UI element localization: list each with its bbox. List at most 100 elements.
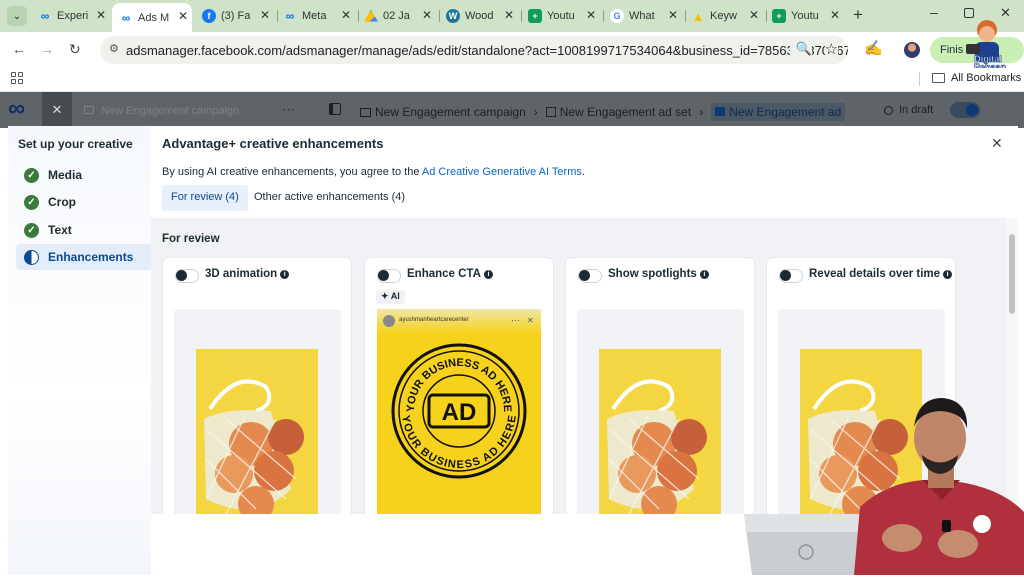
browser-tab[interactable]: ∞ Experi ✕ <box>38 4 110 28</box>
browser-tab[interactable]: 02 Ja ✕ <box>364 4 436 28</box>
chevron-down-icon: ⌄ <box>12 10 22 22</box>
browser-tab[interactable]: ∞ Meta ✕ <box>283 4 355 28</box>
campaign-name-faded: New Engagement campaign <box>84 105 239 117</box>
close-icon[interactable]: ✕ <box>830 8 840 22</box>
apps-grid-icon[interactable] <box>11 72 23 84</box>
folder-icon <box>360 107 371 117</box>
toggle-3d-animation[interactable] <box>175 269 199 283</box>
meta-icon: ∞ <box>40 9 50 23</box>
sidebar-step-crop[interactable]: ✓ Crop <box>16 189 152 215</box>
info-icon[interactable]: i <box>699 270 709 279</box>
tab-separator <box>521 10 522 22</box>
creative-setup-sidebar: Set up your creative ✓ Media ✓ Crop ✓ Te… <box>8 126 152 575</box>
tab-title: Experi <box>57 10 89 22</box>
address-bar[interactable]: ⚙ adsmanager.facebook.com/adsmanager/man… <box>100 36 848 64</box>
tab-title: Youtu <box>547 10 575 22</box>
chevron-right-icon: › <box>533 105 538 119</box>
google-icon: G <box>610 9 624 23</box>
url-text[interactable]: adsmanager.facebook.com/adsmanager/manag… <box>126 43 848 58</box>
toggle-reveal-details[interactable] <box>779 269 803 283</box>
tab-for-review[interactable]: For review (4) <box>162 185 248 211</box>
browser-tab[interactable]: W Wood ✕ <box>446 4 518 28</box>
bookmarks-bar: All Bookmarks <box>0 68 1024 92</box>
ad-preview <box>174 309 341 519</box>
all-bookmarks[interactable]: All Bookmarks <box>932 72 1021 84</box>
breadcrumb-campaign[interactable]: New Engagement campaign <box>375 105 526 119</box>
ai-terms-link[interactable]: Ad Creative Generative AI Terms <box>422 166 582 178</box>
sidebar-step-text[interactable]: ✓ Text <box>16 217 152 243</box>
sparkle-icon: ✦ <box>381 291 389 301</box>
tab-search-button[interactable]: ⌄ <box>7 6 27 26</box>
browser-tab[interactable]: ▲ Keyw ✕ <box>691 4 763 28</box>
forward-icon[interactable]: → <box>40 41 54 57</box>
browser-tab[interactable]: + Youtu ✕ <box>772 4 844 28</box>
close-icon[interactable]: ✕ <box>749 8 759 22</box>
scrollbar-thumb[interactable] <box>1009 234 1015 314</box>
info-icon[interactable]: i <box>943 270 953 279</box>
info-icon[interactable]: i <box>483 270 493 279</box>
tab-title: Keyw <box>710 10 737 22</box>
story-avatar <box>383 315 395 327</box>
bookmark-star-icon[interactable]: ☆ <box>824 40 838 58</box>
enhancement-card-show-spotlights: Show spotlights i <box>565 257 755 519</box>
new-tab-button[interactable]: + <box>853 5 863 25</box>
ad-icon <box>715 107 726 116</box>
sidebar-title: Set up your creative <box>18 137 133 151</box>
back-icon[interactable]: ← <box>12 41 26 57</box>
panel-title: Advantage+ creative enhancements <box>162 136 384 151</box>
reload-icon[interactable]: ↻ <box>69 41 81 58</box>
toggle-show-spotlights[interactable] <box>578 269 602 283</box>
more-options-icon[interactable]: ⋯ <box>282 102 295 118</box>
story-header: ayushmanheartcarecenter ⋯ ✕ <box>377 309 541 333</box>
info-icon[interactable]: i <box>280 270 290 279</box>
card-title: Enhance CTA <box>407 268 481 280</box>
zoom-icon[interactable]: 🔍 <box>789 41 812 57</box>
browser-tab[interactable]: f (3) Fa ✕ <box>202 4 274 28</box>
draft-status: In draft <box>884 104 933 116</box>
site-settings-icon[interactable]: ⚙ <box>109 42 119 55</box>
wordpress-icon: W <box>446 9 460 23</box>
browser-tab-active[interactable]: ∞ Ads M ✕ <box>112 3 192 32</box>
close-icon[interactable]: ✕ <box>260 8 270 22</box>
more-options-icon: ⋯ <box>511 315 520 325</box>
breadcrumb-adset[interactable]: New Engagement ad set <box>560 105 691 119</box>
stamp-center-text: AD <box>442 399 477 426</box>
toggle-enhance-cta[interactable] <box>377 269 401 283</box>
sidebar-step-enhancements[interactable]: Enhancements <box>16 244 152 270</box>
minimize-icon[interactable]: – <box>930 4 938 20</box>
tab-title: What <box>629 10 655 22</box>
close-icon[interactable]: ✕ <box>178 9 188 23</box>
avatar[interactable] <box>904 42 920 58</box>
tab-title: Meta <box>302 10 327 22</box>
extensions-icon[interactable]: ✍ <box>864 39 883 57</box>
tab-title: (3) Fa <box>221 10 251 22</box>
close-icon[interactable]: ✕ <box>341 8 351 22</box>
close-icon[interactable]: ✕ <box>504 8 514 22</box>
close-icon[interactable]: ✕ <box>422 8 432 22</box>
bookmarks-divider <box>919 72 920 86</box>
close-icon[interactable]: ✕ <box>586 8 596 22</box>
browser-tab[interactable]: G What ✕ <box>610 4 682 28</box>
story-account-name: ayushmanheartcarecenter <box>399 317 469 323</box>
tab-other-active[interactable]: Other active enhancements (4) <box>254 191 405 203</box>
tab-separator <box>685 10 686 22</box>
check-circle-icon: ✓ <box>24 194 39 210</box>
sidebar-step-media[interactable]: ✓ Media <box>16 162 152 188</box>
folder-icon <box>84 106 94 114</box>
check-circle-icon: ✓ <box>24 222 39 238</box>
tab-separator <box>603 10 604 22</box>
card-title: 3D animation <box>205 268 278 280</box>
close-editor-button[interactable]: ✕ <box>42 92 72 128</box>
close-icon[interactable]: ✕ <box>96 8 106 22</box>
tab-title: Youtu <box>791 10 819 22</box>
panel-close-icon[interactable]: ✕ <box>991 135 1003 152</box>
story-ad-preview: ayushmanheartcarecenter ⋯ ✕ YOUR BUSINES… <box>377 309 541 518</box>
header-toggle[interactable] <box>950 102 980 118</box>
close-icon: ✕ <box>527 316 534 325</box>
panel-toggle-icon[interactable] <box>329 103 341 115</box>
tab-separator <box>439 10 440 22</box>
breadcrumb-ad-active[interactable]: New Engagement ad <box>711 103 846 121</box>
close-icon[interactable]: ✕ <box>668 8 678 22</box>
drive-icon <box>364 9 378 22</box>
browser-tab[interactable]: + Youtu ✕ <box>528 4 600 28</box>
